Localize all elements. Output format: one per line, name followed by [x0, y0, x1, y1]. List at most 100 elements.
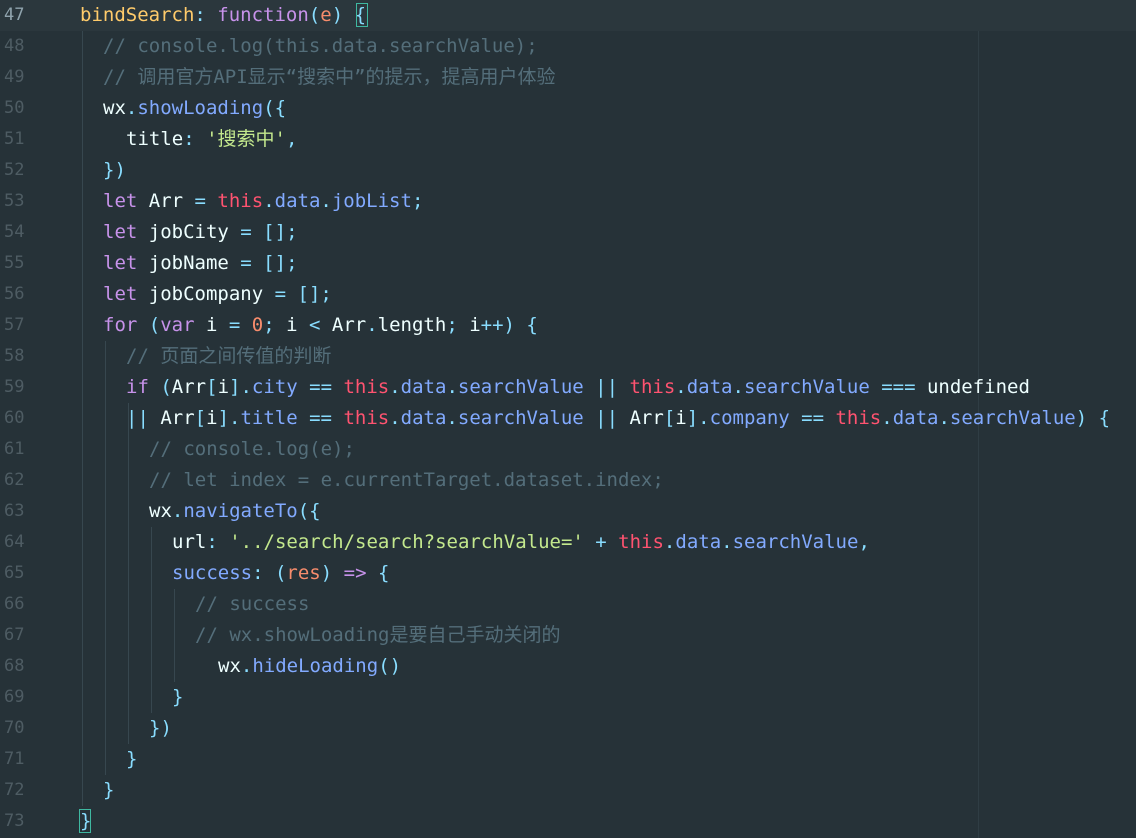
code-text[interactable]: // console.log(this.data.searchValue); [103, 31, 538, 62]
code-text[interactable]: let jobCity = []; [103, 217, 298, 248]
code-token: // 调用官方API显示“搜索中”的提示，提高用户体验 [103, 66, 556, 88]
code-token: function [217, 4, 309, 26]
code-token: this [618, 531, 664, 553]
code-token: searchValue [457, 376, 596, 398]
code-line[interactable]: 55 let jobName = []; [0, 248, 1136, 279]
code-line[interactable]: 48 // console.log(this.data.searchValue); [0, 31, 1136, 62]
code-token: ( [274, 562, 287, 584]
code-token: ] [229, 376, 241, 398]
code-token: = [240, 252, 264, 274]
line-number: 73 [4, 811, 25, 831]
code-token: || [595, 376, 630, 398]
code-line[interactable]: 49 // 调用官方API显示“搜索中”的提示，提高用户体验 [0, 62, 1136, 93]
code-token: = [240, 221, 264, 243]
code-token: . [240, 376, 252, 398]
code-line[interactable]: 70}) [0, 713, 1136, 744]
line-number: 67 [4, 625, 25, 645]
code-line[interactable]: 65 success: (res) => { [0, 558, 1136, 589]
code-line[interactable]: 72} [0, 775, 1136, 806]
code-token: ) [320, 562, 344, 584]
code-text[interactable]: // let index = e.currentTarget.dataset.i… [149, 465, 664, 496]
code-text[interactable]: let jobCompany = []; [103, 279, 332, 310]
code-text[interactable]: success: (res) => { [172, 558, 389, 589]
code-token: i [286, 314, 309, 336]
code-token: ) { [1075, 407, 1111, 429]
code-text[interactable]: // wx.showLoading是要自己手动关闭的 [195, 620, 560, 651]
line-number: 54 [4, 222, 25, 242]
code-text[interactable]: } [126, 744, 137, 775]
code-token: title [126, 128, 184, 150]
code-text[interactable]: title: '搜索中', [126, 124, 297, 155]
code-line[interactable]: 59 if (Arr[i].city == this.data.searchVal… [0, 372, 1136, 403]
code-line[interactable]: 60 || Arr[i].title == this.data.searchVal… [0, 403, 1136, 434]
code-token: ; [446, 314, 470, 336]
code-token: }) [149, 717, 172, 739]
code-text[interactable]: if (Arr[i].city == this.data.searchValue… [126, 372, 1030, 403]
code-line[interactable]: 57 for (var i = 0; i < Arr.length; i++) { [0, 310, 1136, 341]
code-editor[interactable]: 47 bindSearch: function(e) {48// console.… [0, 0, 1136, 838]
code-line[interactable]: 56 let jobCompany = []; [0, 279, 1136, 310]
code-text[interactable]: bindSearch: function(e) { [80, 0, 366, 31]
code-token: || [126, 407, 161, 429]
code-text[interactable]: // 调用官方API显示“搜索中”的提示，提高用户体验 [103, 62, 556, 93]
code-text[interactable]: // 页面之间传值的判断 [126, 341, 331, 372]
code-line[interactable]: 47 bindSearch: function(e) { [0, 0, 1136, 31]
code-text[interactable]: wx.hideLoading() [218, 651, 401, 682]
code-token: '搜索中' [206, 128, 286, 150]
code-text[interactable]: || Arr[i].title == this.data.searchValue… [126, 403, 1110, 434]
code-token: == [309, 407, 344, 429]
code-text[interactable]: for (var i = 0; i < Arr.length; i++) { [103, 310, 538, 341]
code-line[interactable]: 50 wx.showLoading({ [0, 93, 1136, 124]
code-text[interactable]: wx.navigateTo({ [149, 496, 321, 527]
code-text[interactable]: wx.showLoading({ [103, 93, 286, 124]
code-line[interactable]: 61 // console.log(e); [0, 434, 1136, 465]
code-text[interactable]: // success [195, 589, 309, 620]
code-line[interactable]: 63 wx.navigateTo({ [0, 496, 1136, 527]
code-line[interactable]: 64 url: '../search/search?searchValue=' +… [0, 527, 1136, 558]
code-token: data [675, 531, 722, 553]
bracket-match-highlight [356, 3, 368, 27]
line-number: 59 [4, 377, 25, 397]
code-line[interactable]: 67 // wx.showLoading是要自己手动关闭的 [0, 620, 1136, 651]
code-line[interactable]: 58 // 页面之间传值的判断 [0, 341, 1136, 372]
code-token: data [400, 376, 447, 398]
line-number: 56 [4, 284, 25, 304]
code-token: Arr [331, 314, 367, 336]
code-text[interactable]: let jobName = []; [103, 248, 298, 279]
code-token: == [309, 376, 344, 398]
code-token: . [446, 407, 458, 429]
code-line[interactable]: 54 let jobCity = []; [0, 217, 1136, 248]
code-token: this [217, 190, 264, 212]
code-token: for [103, 314, 149, 336]
code-text[interactable]: // console.log(e); [149, 434, 355, 465]
code-text[interactable]: let Arr = this.data.jobList; [103, 186, 423, 217]
code-token: ({ [297, 500, 321, 522]
code-line[interactable]: 69} [0, 682, 1136, 713]
code-text[interactable]: } [172, 682, 183, 713]
code-token: let [103, 252, 149, 274]
code-line[interactable]: 52}) [0, 155, 1136, 186]
code-token: let [103, 283, 149, 305]
code-line[interactable]: 66 // success [0, 589, 1136, 620]
code-line[interactable]: 62 // let index = e.currentTarget.dataset… [0, 465, 1136, 496]
code-line[interactable]: 73} [0, 806, 1136, 837]
line-number: 64 [4, 532, 25, 552]
code-token: ( [148, 314, 161, 336]
code-line[interactable]: 51 title: '搜索中', [0, 124, 1136, 155]
code-text[interactable]: }) [149, 713, 172, 744]
code-token: . [263, 190, 275, 212]
code-token: this [629, 376, 676, 398]
code-token: // let index = e.currentTarget.dataset.i… [149, 469, 664, 491]
code-line[interactable]: 53 let Arr = this.data.jobList; [0, 186, 1136, 217]
code-token: data [400, 407, 447, 429]
code-line[interactable]: 68 wx.hideLoading() [0, 651, 1136, 682]
code-text[interactable]: } [103, 775, 114, 806]
code-token: wx [149, 500, 172, 522]
code-text[interactable]: }) [103, 155, 126, 186]
code-token: company [709, 407, 802, 429]
line-number: 66 [4, 594, 25, 614]
line-number: 60 [4, 408, 25, 428]
code-line[interactable]: 71} [0, 744, 1136, 775]
code-text[interactable]: url: '../search/search?searchValue=' + t… [172, 527, 870, 558]
code-token: length [377, 314, 447, 336]
